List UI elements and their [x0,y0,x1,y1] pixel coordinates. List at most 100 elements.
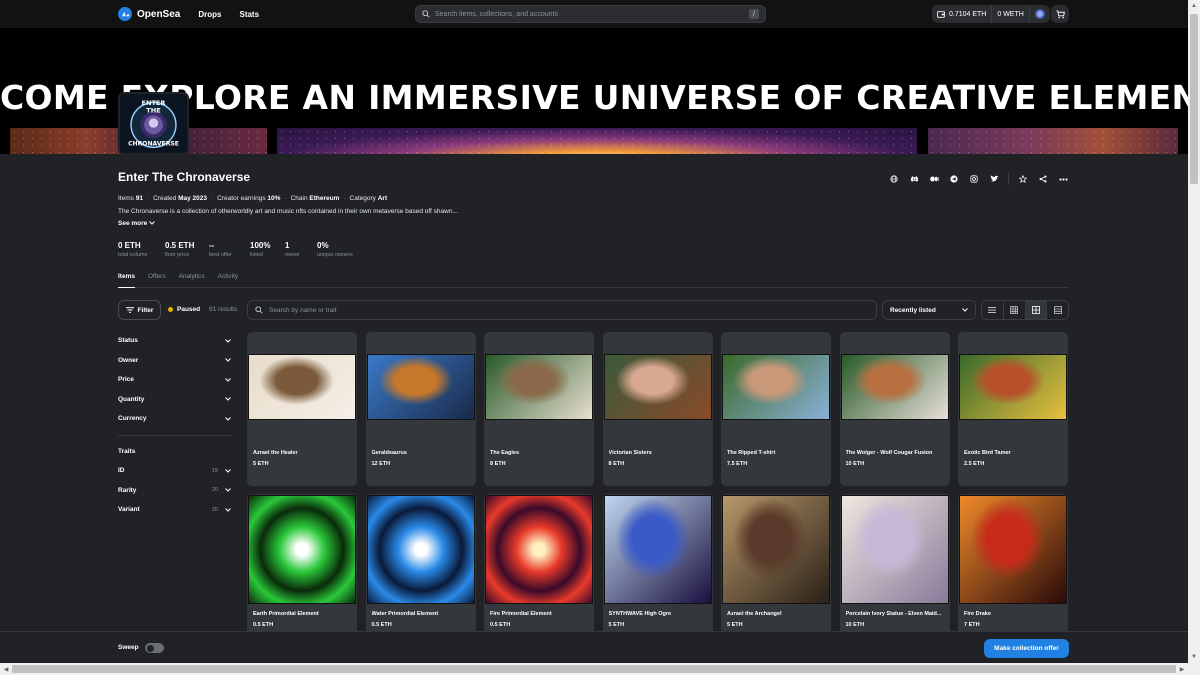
filter-status[interactable]: Status [118,331,232,351]
item-price: 8 ETH [608,461,625,467]
item-card[interactable]: Fire Primordial Element 0.5 ETH [484,494,594,648]
item-card[interactable]: Azrael the Healer 5 ETH [247,332,357,486]
item-name: The Wolger - Wolf Cougar Fusion [845,450,933,456]
social-divider [1008,173,1009,185]
filter-price[interactable]: Price [118,370,232,390]
nav-link-drops[interactable]: Drops [198,10,221,19]
horizontal-scroll-thumb[interactable] [12,665,1176,673]
item-price: 5 ETH [253,461,269,467]
see-more-link[interactable]: See more [118,220,155,227]
item-card[interactable]: Fire Drake 7 ETH [958,494,1068,648]
collection-meta: Items 91 · Created May 2023 · Creator ea… [118,195,388,202]
filter-owner[interactable]: Owner [118,351,232,371]
chevron-down-icon [225,468,231,473]
item-image[interactable] [722,354,830,420]
item-price: 10 ETH [845,461,865,467]
item-card[interactable]: The Wolger - Wolf Cougar Fusion 10 ETH [839,332,950,486]
vertical-scrollbar[interactable]: ▲ ▼ [1188,0,1200,663]
tab-analytics[interactable]: Analytics [179,273,205,288]
item-image[interactable] [959,495,1067,604]
chevron-down-icon [225,488,231,492]
global-search-input[interactable]: Search items, collections, and accounts … [415,5,766,23]
vertical-scroll-thumb[interactable] [1190,14,1198,184]
favorite-button[interactable] [1013,172,1033,186]
item-card[interactable]: Exotic Bird Tamer 2.5 ETH [958,332,1068,486]
item-card[interactable]: The Eagles 8 ETH [484,332,594,486]
stat-best-offer: -- best offer [209,241,232,258]
item-card[interactable]: Azrael the Archangel 5 ETH [721,494,831,648]
chevron-down-icon [149,221,155,225]
item-image[interactable] [840,354,949,420]
trait-variant[interactable]: Variant 20 [118,500,232,520]
scroll-left-arrow-icon[interactable]: ◀ [0,663,12,675]
view-grid-large-button[interactable] [1025,301,1048,319]
gallery-icon [1053,306,1062,314]
results-count: 91 results [209,306,238,313]
share-button[interactable] [1033,172,1053,186]
item-image[interactable] [603,354,712,420]
item-image[interactable] [603,495,712,604]
tab-activity[interactable]: Activity [218,273,239,288]
more-options-button[interactable] [1053,172,1073,186]
avatar-text-the: THE [146,107,160,115]
item-name: Fire Primordial Element [490,611,552,617]
trait-search-input[interactable]: Search by name or trait [247,300,877,320]
item-image[interactable] [722,495,830,604]
item-name: Exotic Bird Tamer [964,450,1011,456]
filter-quantity[interactable]: Quantity [118,390,232,410]
sweep-toggle[interactable] [145,643,164,653]
website-link[interactable] [884,172,904,186]
twitter-link[interactable] [984,172,1004,186]
scroll-down-arrow-icon[interactable]: ▼ [1188,651,1200,663]
discord-link[interactable] [904,172,924,186]
trait-id[interactable]: ID 19 [118,461,232,481]
item-image[interactable] [248,495,356,604]
search-icon [255,306,263,314]
social-links [884,172,1073,186]
item-price: 2.5 ETH [964,461,985,467]
item-name: Earth Primordial Element [253,611,319,617]
tab-offers[interactable]: Offers [148,273,166,288]
horizontal-scrollbar[interactable]: ◀ ▶ [0,663,1200,675]
scroll-up-arrow-icon[interactable]: ▲ [1188,0,1200,12]
item-image[interactable] [485,354,593,420]
item-card[interactable]: SYNTHWAVE High Ogre 5 ETH [602,494,713,648]
item-card[interactable]: Earth Primordial Element 0.5 ETH [247,494,357,648]
wallet-balance[interactable]: 0.7104 ETH 0 WETH [932,5,1050,23]
filter-icon [125,307,134,313]
avatar-text-chronaverse: CHRONAVERSE [128,141,179,148]
scroll-right-arrow-icon[interactable]: ▶ [1176,663,1188,675]
instagram-link[interactable] [964,172,984,186]
filter-button[interactable]: Filter [118,300,161,320]
medium-link[interactable] [924,172,944,186]
make-collection-offer-button[interactable]: Make collection offer [984,639,1069,658]
view-grid-small-button[interactable] [1004,301,1026,319]
item-card[interactable]: Victorian Sisters 8 ETH [602,332,713,486]
stat-total-volume: 0 ETH total volume [118,241,148,258]
trait-rarity[interactable]: Rarity 20 [118,481,232,501]
tab-items[interactable]: Items [118,273,135,288]
item-image[interactable] [840,495,949,604]
view-list-button[interactable] [982,301,1004,319]
item-card[interactable]: Water Primordial Element 0.5 ETH [365,494,476,648]
telegram-link[interactable] [944,172,964,186]
profile-avatar[interactable] [1034,9,1045,19]
item-image[interactable] [366,495,475,604]
filter-currency[interactable]: Currency [118,409,232,429]
list-view-icon [988,307,997,313]
item-image[interactable] [366,354,475,420]
cart-button[interactable] [1051,5,1069,23]
item-card[interactable]: The Ripped T-shirt 7.5 ETH [721,332,831,486]
item-image[interactable] [248,354,356,420]
nav-link-stats[interactable]: Stats [239,10,259,19]
sort-select[interactable]: Recently listed [882,300,976,320]
item-card[interactable]: Porcelain Ivory Statue - Elven Maid... 10… [839,494,950,648]
view-gallery-button[interactable] [1047,301,1068,319]
item-image[interactable] [485,495,593,604]
opensea-logo[interactable]: OpenSea [118,7,180,21]
item-name: Fire Drake [964,611,991,617]
grid-large-icon [1031,306,1040,314]
item-card[interactable]: Geraldsaurus 12 ETH [365,332,476,486]
item-name: Azrael the Healer [253,450,298,456]
item-image[interactable] [959,354,1067,420]
